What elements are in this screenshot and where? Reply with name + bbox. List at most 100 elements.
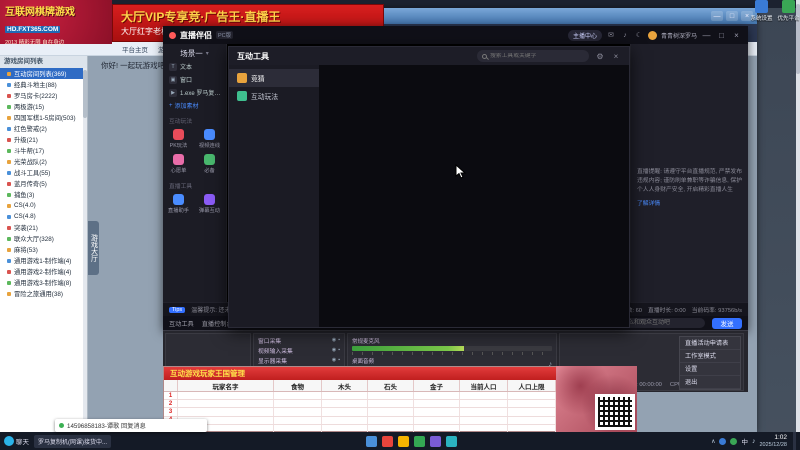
menu-item[interactable]: 设置: [680, 363, 740, 376]
room-label: 升级(21): [14, 137, 38, 144]
theme-icon[interactable]: ☾: [634, 31, 644, 39]
mouse-cursor: [455, 163, 467, 185]
tray-expand-icon[interactable]: ∧: [711, 438, 715, 445]
room-icon: [7, 269, 11, 274]
volume-icon[interactable]: ♪: [752, 438, 756, 445]
visibility-eye-icon[interactable]: ◉: [332, 347, 336, 353]
tool-search-input[interactable]: [490, 53, 584, 59]
user-avatar[interactable]: [647, 30, 657, 40]
source-item[interactable]: 窗口: [163, 73, 226, 86]
tray-icon-green[interactable]: [730, 437, 738, 445]
source-item[interactable]: 文本: [163, 60, 226, 73]
tray-icon-blue[interactable]: [719, 437, 727, 445]
obs-source-row[interactable]: 显示器采集 ◉ ▪: [255, 355, 343, 365]
menu-item[interactable]: 工作室模式: [680, 350, 740, 363]
visibility-eye-icon[interactable]: ◉: [332, 337, 336, 343]
room-label: 蓝月传奇(5): [14, 181, 47, 188]
overlay-gear-icon[interactable]: ⚙: [595, 52, 605, 61]
interact-tool[interactable]: 必备: [194, 152, 225, 177]
overlay-close-icon[interactable]: ×: [611, 52, 621, 61]
obs-source-row[interactable]: 窗口采集 ◉ ▪: [255, 335, 343, 345]
input-language-indicator[interactable]: 中: [741, 436, 748, 446]
room-tree-item[interactable]: 红色警戒(2): [0, 123, 87, 134]
minimize-button[interactable]: —: [711, 11, 723, 21]
panel-scrollbar[interactable]: [796, 0, 800, 450]
room-tree-item[interactable]: 通用游戏3-制作端(8): [0, 277, 87, 288]
add-source-button[interactable]: + 添加素材: [163, 99, 226, 112]
mail-icon[interactable]: ✉: [606, 31, 616, 39]
room-tree-item[interactable]: 四国军棋1-5房间(503): [0, 112, 87, 123]
room-tree-item[interactable]: 联众大厅(328): [0, 233, 87, 244]
room-tree-item[interactable]: CS(4.8): [0, 211, 87, 222]
desktop-shortcut[interactable]: 系统设置: [750, 0, 773, 27]
chat-notification-popup[interactable]: 14596858183-谭歌 回复消息: [55, 419, 207, 432]
lock-icon[interactable]: ▪: [338, 337, 340, 343]
menu-item[interactable]: 直播活动申请表: [680, 337, 740, 350]
room-tree-item[interactable]: CS(4.0): [0, 200, 87, 211]
room-tree-item[interactable]: 经典斗地主(88): [0, 79, 87, 90]
room-tree-item[interactable]: 罗马房卡(2222): [0, 90, 87, 101]
room-tree-item[interactable]: 冒险之旅通用(38): [0, 288, 87, 299]
room-tree-item[interactable]: 通用游戏2-制作端(4): [0, 266, 87, 277]
room-tree-item[interactable]: 光荣战队(2): [0, 156, 87, 167]
desktop-shortcut[interactable]: 优先平台: [777, 0, 800, 27]
lobby-toolbar-tab[interactable]: 平台主页: [122, 44, 148, 54]
room-tree-item[interactable]: 通用游戏1-制作端(4): [0, 255, 87, 266]
room-tree-item[interactable]: 麻将(53): [0, 244, 87, 255]
stream-close-button[interactable]: ×: [731, 31, 742, 40]
maximize-button[interactable]: □: [726, 11, 738, 21]
app-icon-green[interactable]: [413, 435, 425, 447]
app-icon-teal[interactable]: [445, 435, 457, 447]
overlay-header[interactable]: 互动工具 ⚙ ×: [229, 47, 629, 65]
show-desktop-button[interactable]: [793, 432, 796, 450]
mixer-channel-1-meter[interactable]: [352, 346, 552, 351]
room-tree-item[interactable]: 蓝月传奇(5): [0, 178, 87, 189]
taskbar-chat-app[interactable]: 聊天: [4, 436, 29, 446]
taskbar-window-button[interactable]: 罗马复制机(网课)接货中...: [34, 434, 111, 448]
obs-source-row[interactable]: 视频输入采集 ◉ ▪: [255, 345, 343, 355]
live-tool[interactable]: 直播助手: [163, 192, 194, 217]
stream-minimize-button[interactable]: —: [701, 31, 712, 40]
visibility-eye-icon[interactable]: ◉: [332, 357, 336, 363]
room-label: 四国军棋1-5房间(503): [14, 115, 76, 122]
tool-search-box[interactable]: [477, 50, 589, 62]
room-tree-item[interactable]: 升级(21): [0, 134, 87, 145]
notice-more-link[interactable]: 了解详情: [637, 198, 742, 207]
send-button[interactable]: 发送: [712, 317, 742, 329]
live-tool[interactable]: 弹幕互动: [194, 192, 225, 217]
interact-tool[interactable]: 心愿单: [163, 152, 194, 177]
file-explorer-icon[interactable]: [365, 435, 377, 447]
tree-scrollbar[interactable]: [83, 68, 87, 432]
interact-tool[interactable]: PK玩法: [163, 127, 194, 152]
room-icon: [7, 104, 11, 109]
stream-maximize-button[interactable]: □: [716, 31, 727, 40]
lock-icon[interactable]: ▪: [338, 357, 340, 363]
lobby-vertical-tab[interactable]: 游戏大厅: [88, 221, 99, 275]
scene-name: 场景一: [180, 48, 203, 58]
room-tree-item[interactable]: 互动房间列表(369): [0, 68, 87, 79]
tree-scrollbar-thumb[interactable]: [83, 70, 87, 118]
app-icon-purple[interactable]: [429, 435, 441, 447]
room-tree-item[interactable]: 两极游(15): [0, 101, 87, 112]
notification-icon[interactable]: ♪: [620, 32, 630, 39]
room-tree-item[interactable]: 战斗工具(55): [0, 167, 87, 178]
lock-icon[interactable]: ▪: [338, 347, 340, 353]
anchor-center-button[interactable]: 主播中心: [567, 29, 602, 41]
shortcut-label: 系统设置: [750, 16, 773, 22]
desktop-icons: 系统设置 优先平台: [750, 0, 800, 27]
stream-titlebar[interactable]: 直播伴侣 PC版 主播中心 ✉ ♪ ☾ 青青树深罗马 — □ ×: [163, 26, 748, 44]
taskbar-clock[interactable]: 1:02 2025/12/28: [759, 434, 787, 448]
room-tree-item[interactable]: 斗牛帮(17): [0, 145, 87, 156]
room-tree-item[interactable]: 突袭(21): [0, 222, 87, 233]
menu-item[interactable]: 退出: [680, 376, 740, 389]
overlay-tool-item[interactable]: 互动玩法: [229, 87, 319, 105]
app-icon-yellow[interactable]: [397, 435, 409, 447]
scene-selector[interactable]: 场景一 ▾: [163, 46, 226, 60]
overlay-tool-item[interactable]: 竞猜: [229, 69, 319, 87]
browser-icon[interactable]: [381, 435, 393, 447]
bottom-tab[interactable]: 互动工具: [169, 319, 194, 328]
room-tree-item[interactable]: 捕鱼(3): [0, 189, 87, 200]
interact-tool[interactable]: 视频连线: [194, 127, 225, 152]
mixer-channel-2-label: 桌面音频: [352, 359, 375, 365]
source-item[interactable]: 1.exe 罗马复制机: [163, 86, 226, 99]
